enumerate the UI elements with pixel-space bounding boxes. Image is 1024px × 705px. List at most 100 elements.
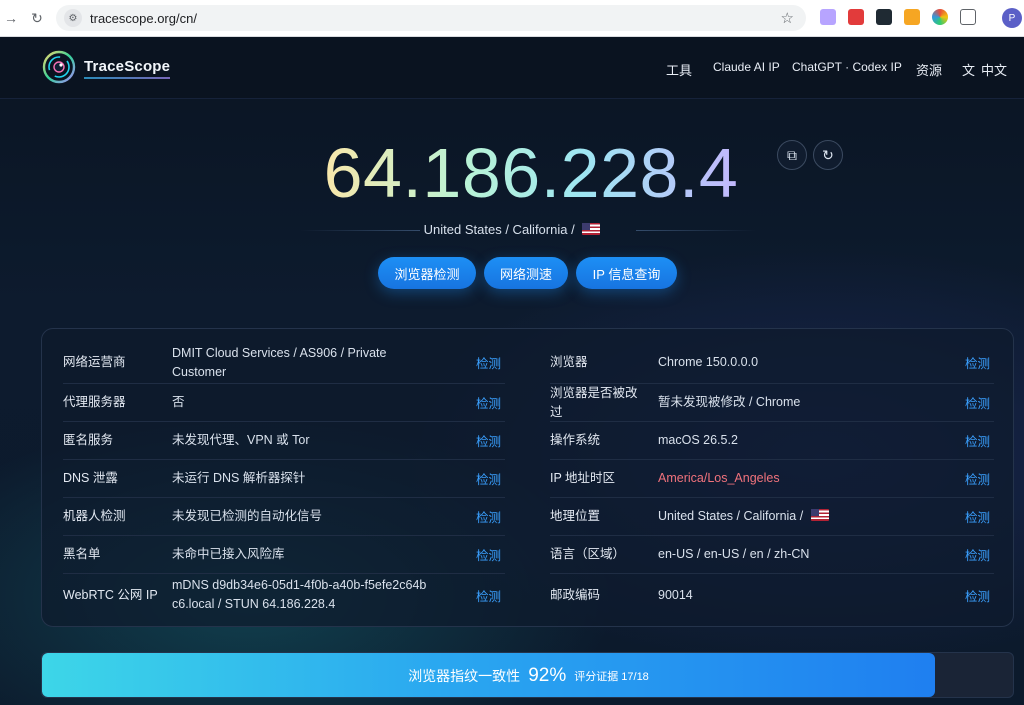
row-key: 黑名单 bbox=[63, 547, 101, 561]
table-row: IP 地址时区 America/Los_Angeles 检测 bbox=[550, 460, 994, 498]
geo-text: United States / California / bbox=[658, 509, 804, 523]
reload-icon[interactable]: ↻ bbox=[26, 7, 48, 29]
row-key: 机器人检测 bbox=[63, 509, 126, 523]
table-row: 操作系统 macOS 26.5.2 检测 bbox=[550, 422, 994, 460]
refresh-ip-button[interactable]: ↻ bbox=[813, 140, 843, 170]
row-key: 网络运营商 bbox=[63, 355, 126, 369]
extension-icon[interactable] bbox=[820, 9, 836, 25]
row-key: WebRTC 公网 IP bbox=[63, 587, 158, 602]
ip-location: United States / California / bbox=[0, 222, 1024, 237]
table-row: 黑名单 未命中已接入风险库 检测 bbox=[63, 536, 505, 574]
check-link[interactable]: 检测 bbox=[476, 545, 501, 564]
profile-avatar[interactable]: P bbox=[1002, 8, 1022, 28]
row-key: 邮政编码 bbox=[550, 587, 601, 602]
row-key: IP 地址时区 bbox=[550, 471, 616, 485]
row-key: 浏览器 bbox=[550, 355, 588, 369]
row-key: 地理位置 bbox=[550, 509, 601, 523]
site-header: TraceScope 工具 Claude AI IP ChatGPT · Cod… bbox=[0, 37, 1024, 99]
browser-check-button[interactable]: 浏览器检测 bbox=[378, 257, 476, 289]
back-icon[interactable]: → bbox=[0, 7, 22, 29]
row-value: 90014 bbox=[658, 587, 693, 602]
row-value: United States / California / bbox=[658, 507, 829, 526]
fingerprint-consistency-bar: 浏览器指纹一致性 92% 评分证据 17/18 bbox=[41, 652, 1014, 698]
copy-icon: ⧉ bbox=[787, 146, 797, 163]
table-row: 地理位置 United States / California / 检测 bbox=[550, 498, 994, 536]
refresh-icon: ↻ bbox=[822, 146, 834, 163]
check-link[interactable]: 检测 bbox=[965, 469, 990, 488]
consistency-percent: 92% bbox=[528, 665, 567, 686]
check-link[interactable]: 检测 bbox=[476, 586, 501, 605]
page: TraceScope 工具 Claude AI IP ChatGPT · Cod… bbox=[0, 37, 1024, 705]
us-flag-icon bbox=[582, 223, 601, 235]
timezone-value: America/Los_Angeles bbox=[658, 471, 780, 485]
check-link[interactable]: 检测 bbox=[965, 545, 990, 564]
ip-address: 64.186.228.4 bbox=[316, 133, 746, 213]
brand-underline bbox=[84, 77, 170, 79]
table-row: DNS 泄露 未运行 DNS 解析器探针 检测 bbox=[63, 460, 505, 498]
url-text: tracescope.org/cn/ bbox=[90, 10, 197, 26]
table-row: 语言（区域） en-US / en-US / en / zh-CN 检测 bbox=[550, 536, 994, 574]
nav-tools[interactable]: 工具 bbox=[666, 60, 692, 79]
row-key: DNS 泄露 bbox=[63, 471, 118, 485]
bookmark-star-icon[interactable]: ☆ bbox=[781, 9, 794, 27]
ip-info-card: 网络运营商 DMIT Cloud Services / AS906 / Priv… bbox=[41, 328, 1014, 627]
row-value: DMIT Cloud Services / AS906 / Private Cu… bbox=[172, 345, 387, 379]
extension-icon[interactable] bbox=[932, 9, 948, 25]
ip-address-container: 64.186.228.4 bbox=[316, 133, 746, 213]
tracescope-logo-icon[interactable] bbox=[42, 50, 76, 84]
consistency-evidence: 评分证据 17/18 bbox=[574, 671, 649, 683]
check-link[interactable]: 检测 bbox=[476, 469, 501, 488]
nav-chatgpt-codex-ip[interactable]: ChatGPT · Codex IP bbox=[792, 60, 902, 74]
table-row: 浏览器是否被改过 暂未发现被修改 / Chrome 检测 bbox=[550, 384, 994, 422]
table-row: 匿名服务 未发现代理、VPN 或 Tor 检测 bbox=[63, 422, 505, 460]
row-key: 代理服务器 bbox=[63, 395, 126, 409]
language-switch[interactable]: 文 中文 bbox=[962, 60, 1007, 79]
check-link[interactable]: 检测 bbox=[476, 507, 501, 526]
copy-ip-button[interactable]: ⧉ bbox=[777, 140, 807, 170]
table-row: 邮政编码 90014 检测 bbox=[550, 574, 994, 616]
progress-label: 浏览器指纹一致性 92% 评分证据 17/18 bbox=[42, 653, 1013, 697]
location-text: United States / California / bbox=[423, 222, 575, 237]
table-row: 浏览器 Chrome 150.0.0.0 检测 bbox=[550, 342, 994, 384]
row-key: 操作系统 bbox=[550, 433, 601, 447]
check-link[interactable]: 检测 bbox=[476, 393, 501, 412]
brand-name[interactable]: TraceScope bbox=[84, 58, 170, 75]
row-value: 未运行 DNS 解析器探针 bbox=[172, 471, 306, 485]
check-link[interactable]: 检测 bbox=[476, 431, 501, 450]
row-value: 否 bbox=[172, 395, 185, 409]
check-link[interactable]: 检测 bbox=[965, 507, 990, 526]
row-value: Chrome 150.0.0.0 bbox=[658, 355, 759, 369]
puzzle-extensions-icon[interactable] bbox=[960, 9, 976, 25]
check-link[interactable]: 检测 bbox=[965, 393, 990, 412]
address-bar[interactable]: ⚙ tracescope.org/cn/ ☆ bbox=[56, 5, 806, 31]
ip-lookup-button[interactable]: IP 信息查询 bbox=[576, 257, 677, 289]
us-flag-icon bbox=[810, 509, 829, 521]
row-value: en-US / en-US / en / zh-CN bbox=[658, 547, 810, 561]
table-row: 代理服务器 否 检测 bbox=[63, 384, 505, 422]
nav-claude-ai-ip[interactable]: Claude AI IP bbox=[713, 60, 780, 74]
row-key: 语言（区域） bbox=[550, 547, 626, 561]
site-info-icon[interactable]: ⚙ bbox=[64, 9, 82, 27]
row-value: 暂未发现被修改 / Chrome bbox=[658, 395, 801, 409]
row-value: mDNS d9db34e6-05d1-4f0b-a40b-f5efe2c64bc… bbox=[172, 578, 427, 611]
extension-icon[interactable] bbox=[848, 9, 864, 25]
table-row: 机器人检测 未发现已检测的自动化信号 检测 bbox=[63, 498, 505, 536]
row-key: 浏览器是否被改过 bbox=[550, 385, 638, 419]
table-row: 网络运营商 DMIT Cloud Services / AS906 / Priv… bbox=[63, 342, 505, 384]
row-key: 匿名服务 bbox=[63, 433, 114, 447]
extension-icon[interactable] bbox=[904, 9, 920, 25]
consistency-label: 浏览器指纹一致性 bbox=[408, 668, 521, 684]
row-value: 未发现代理、VPN 或 Tor bbox=[172, 433, 310, 447]
check-link[interactable]: 检测 bbox=[965, 431, 990, 450]
check-link[interactable]: 检测 bbox=[965, 353, 990, 372]
nav-resources[interactable]: 资源 bbox=[916, 60, 942, 79]
row-value: 未发现已检测的自动化信号 bbox=[172, 509, 323, 523]
row-value: 未命中已接入风险库 bbox=[172, 547, 285, 561]
terminal-extension-icon[interactable] bbox=[876, 9, 892, 25]
check-link[interactable]: 检测 bbox=[476, 353, 501, 372]
language-label: 中文 bbox=[981, 63, 1008, 78]
browser-toolbar: → ↻ ⚙ tracescope.org/cn/ ☆ P bbox=[0, 0, 1024, 37]
speed-test-button[interactable]: 网络测速 bbox=[484, 257, 568, 289]
translate-icon: 文 bbox=[962, 63, 976, 78]
check-link[interactable]: 检测 bbox=[965, 586, 990, 605]
